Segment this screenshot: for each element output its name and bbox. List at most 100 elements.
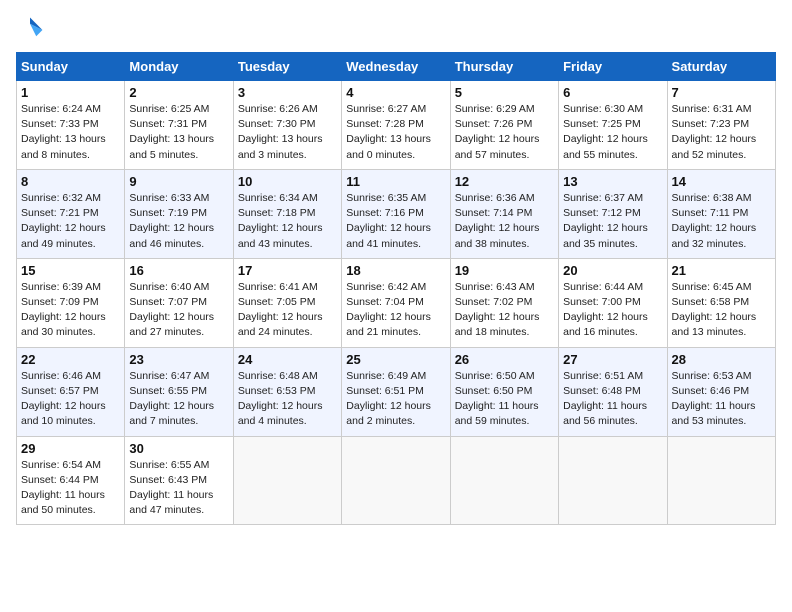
- calendar-week-4: 22 Sunrise: 6:46 AMSunset: 6:57 PMDaylig…: [17, 347, 776, 436]
- day-detail: Sunrise: 6:30 AMSunset: 7:25 PMDaylight:…: [563, 102, 662, 163]
- day-number: 28: [672, 352, 771, 367]
- weekday-header-monday: Monday: [125, 53, 233, 81]
- day-number: 15: [21, 263, 120, 278]
- day-detail: Sunrise: 6:53 AMSunset: 6:46 PMDaylight:…: [672, 369, 771, 430]
- calendar-cell: 25 Sunrise: 6:49 AMSunset: 6:51 PMDaylig…: [342, 347, 450, 436]
- calendar-cell: 22 Sunrise: 6:46 AMSunset: 6:57 PMDaylig…: [17, 347, 125, 436]
- day-detail: Sunrise: 6:43 AMSunset: 7:02 PMDaylight:…: [455, 280, 554, 341]
- calendar-cell: [667, 436, 775, 525]
- calendar-cell: 6 Sunrise: 6:30 AMSunset: 7:25 PMDayligh…: [559, 81, 667, 170]
- day-number: 2: [129, 85, 228, 100]
- calendar-cell: 1 Sunrise: 6:24 AMSunset: 7:33 PMDayligh…: [17, 81, 125, 170]
- day-number: 10: [238, 174, 337, 189]
- day-number: 19: [455, 263, 554, 278]
- day-detail: Sunrise: 6:35 AMSunset: 7:16 PMDaylight:…: [346, 191, 445, 252]
- day-number: 29: [21, 441, 120, 456]
- day-detail: Sunrise: 6:41 AMSunset: 7:05 PMDaylight:…: [238, 280, 337, 341]
- calendar-cell: 11 Sunrise: 6:35 AMSunset: 7:16 PMDaylig…: [342, 169, 450, 258]
- day-detail: Sunrise: 6:51 AMSunset: 6:48 PMDaylight:…: [563, 369, 662, 430]
- weekday-header-sunday: Sunday: [17, 53, 125, 81]
- calendar-cell: 15 Sunrise: 6:39 AMSunset: 7:09 PMDaylig…: [17, 258, 125, 347]
- day-number: 9: [129, 174, 228, 189]
- day-number: 20: [563, 263, 662, 278]
- calendar-cell: 30 Sunrise: 6:55 AMSunset: 6:43 PMDaylig…: [125, 436, 233, 525]
- calendar-table: SundayMondayTuesdayWednesdayThursdayFrid…: [16, 52, 776, 525]
- weekday-header-thursday: Thursday: [450, 53, 558, 81]
- day-number: 8: [21, 174, 120, 189]
- day-detail: Sunrise: 6:42 AMSunset: 7:04 PMDaylight:…: [346, 280, 445, 341]
- day-detail: Sunrise: 6:48 AMSunset: 6:53 PMDaylight:…: [238, 369, 337, 430]
- calendar-cell: 18 Sunrise: 6:42 AMSunset: 7:04 PMDaylig…: [342, 258, 450, 347]
- calendar-cell: 16 Sunrise: 6:40 AMSunset: 7:07 PMDaylig…: [125, 258, 233, 347]
- day-detail: Sunrise: 6:34 AMSunset: 7:18 PMDaylight:…: [238, 191, 337, 252]
- day-number: 1: [21, 85, 120, 100]
- weekday-header-tuesday: Tuesday: [233, 53, 341, 81]
- calendar-cell: 10 Sunrise: 6:34 AMSunset: 7:18 PMDaylig…: [233, 169, 341, 258]
- day-number: 17: [238, 263, 337, 278]
- calendar-cell: 9 Sunrise: 6:33 AMSunset: 7:19 PMDayligh…: [125, 169, 233, 258]
- calendar-cell: 27 Sunrise: 6:51 AMSunset: 6:48 PMDaylig…: [559, 347, 667, 436]
- day-detail: Sunrise: 6:27 AMSunset: 7:28 PMDaylight:…: [346, 102, 445, 163]
- day-detail: Sunrise: 6:45 AMSunset: 6:58 PMDaylight:…: [672, 280, 771, 341]
- calendar-cell: 17 Sunrise: 6:41 AMSunset: 7:05 PMDaylig…: [233, 258, 341, 347]
- day-detail: Sunrise: 6:46 AMSunset: 6:57 PMDaylight:…: [21, 369, 120, 430]
- day-number: 23: [129, 352, 228, 367]
- day-detail: Sunrise: 6:44 AMSunset: 7:00 PMDaylight:…: [563, 280, 662, 341]
- calendar-cell: [233, 436, 341, 525]
- calendar-cell: 7 Sunrise: 6:31 AMSunset: 7:23 PMDayligh…: [667, 81, 775, 170]
- calendar-cell: 23 Sunrise: 6:47 AMSunset: 6:55 PMDaylig…: [125, 347, 233, 436]
- day-number: 18: [346, 263, 445, 278]
- logo: [16, 16, 48, 44]
- day-number: 16: [129, 263, 228, 278]
- calendar-cell: 8 Sunrise: 6:32 AMSunset: 7:21 PMDayligh…: [17, 169, 125, 258]
- calendar-week-2: 8 Sunrise: 6:32 AMSunset: 7:21 PMDayligh…: [17, 169, 776, 258]
- day-detail: Sunrise: 6:37 AMSunset: 7:12 PMDaylight:…: [563, 191, 662, 252]
- logo-icon: [16, 16, 44, 44]
- day-number: 13: [563, 174, 662, 189]
- day-number: 21: [672, 263, 771, 278]
- day-detail: Sunrise: 6:25 AMSunset: 7:31 PMDaylight:…: [129, 102, 228, 163]
- day-detail: Sunrise: 6:36 AMSunset: 7:14 PMDaylight:…: [455, 191, 554, 252]
- day-detail: Sunrise: 6:29 AMSunset: 7:26 PMDaylight:…: [455, 102, 554, 163]
- calendar-cell: [342, 436, 450, 525]
- day-detail: Sunrise: 6:32 AMSunset: 7:21 PMDaylight:…: [21, 191, 120, 252]
- calendar-cell: 19 Sunrise: 6:43 AMSunset: 7:02 PMDaylig…: [450, 258, 558, 347]
- day-detail: Sunrise: 6:49 AMSunset: 6:51 PMDaylight:…: [346, 369, 445, 430]
- calendar-cell: 12 Sunrise: 6:36 AMSunset: 7:14 PMDaylig…: [450, 169, 558, 258]
- weekday-header-saturday: Saturday: [667, 53, 775, 81]
- day-detail: Sunrise: 6:50 AMSunset: 6:50 PMDaylight:…: [455, 369, 554, 430]
- calendar-cell: 26 Sunrise: 6:50 AMSunset: 6:50 PMDaylig…: [450, 347, 558, 436]
- calendar-cell: 13 Sunrise: 6:37 AMSunset: 7:12 PMDaylig…: [559, 169, 667, 258]
- day-detail: Sunrise: 6:24 AMSunset: 7:33 PMDaylight:…: [21, 102, 120, 163]
- day-detail: Sunrise: 6:38 AMSunset: 7:11 PMDaylight:…: [672, 191, 771, 252]
- day-number: 22: [21, 352, 120, 367]
- calendar-cell: 2 Sunrise: 6:25 AMSunset: 7:31 PMDayligh…: [125, 81, 233, 170]
- day-number: 11: [346, 174, 445, 189]
- weekday-header-friday: Friday: [559, 53, 667, 81]
- day-number: 6: [563, 85, 662, 100]
- calendar-cell: 21 Sunrise: 6:45 AMSunset: 6:58 PMDaylig…: [667, 258, 775, 347]
- calendar-cell: 5 Sunrise: 6:29 AMSunset: 7:26 PMDayligh…: [450, 81, 558, 170]
- calendar-cell: 28 Sunrise: 6:53 AMSunset: 6:46 PMDaylig…: [667, 347, 775, 436]
- day-detail: Sunrise: 6:54 AMSunset: 6:44 PMDaylight:…: [21, 458, 120, 519]
- day-detail: Sunrise: 6:55 AMSunset: 6:43 PMDaylight:…: [129, 458, 228, 519]
- day-number: 27: [563, 352, 662, 367]
- day-number: 4: [346, 85, 445, 100]
- day-number: 5: [455, 85, 554, 100]
- calendar-cell: 14 Sunrise: 6:38 AMSunset: 7:11 PMDaylig…: [667, 169, 775, 258]
- day-detail: Sunrise: 6:47 AMSunset: 6:55 PMDaylight:…: [129, 369, 228, 430]
- day-detail: Sunrise: 6:26 AMSunset: 7:30 PMDaylight:…: [238, 102, 337, 163]
- calendar-cell: 24 Sunrise: 6:48 AMSunset: 6:53 PMDaylig…: [233, 347, 341, 436]
- calendar-week-1: 1 Sunrise: 6:24 AMSunset: 7:33 PMDayligh…: [17, 81, 776, 170]
- calendar-cell: 4 Sunrise: 6:27 AMSunset: 7:28 PMDayligh…: [342, 81, 450, 170]
- day-number: 25: [346, 352, 445, 367]
- calendar-cell: [450, 436, 558, 525]
- calendar-cell: 3 Sunrise: 6:26 AMSunset: 7:30 PMDayligh…: [233, 81, 341, 170]
- day-detail: Sunrise: 6:33 AMSunset: 7:19 PMDaylight:…: [129, 191, 228, 252]
- day-number: 14: [672, 174, 771, 189]
- page-header: [16, 16, 776, 44]
- calendar-week-3: 15 Sunrise: 6:39 AMSunset: 7:09 PMDaylig…: [17, 258, 776, 347]
- calendar-cell: 20 Sunrise: 6:44 AMSunset: 7:00 PMDaylig…: [559, 258, 667, 347]
- day-detail: Sunrise: 6:39 AMSunset: 7:09 PMDaylight:…: [21, 280, 120, 341]
- day-number: 24: [238, 352, 337, 367]
